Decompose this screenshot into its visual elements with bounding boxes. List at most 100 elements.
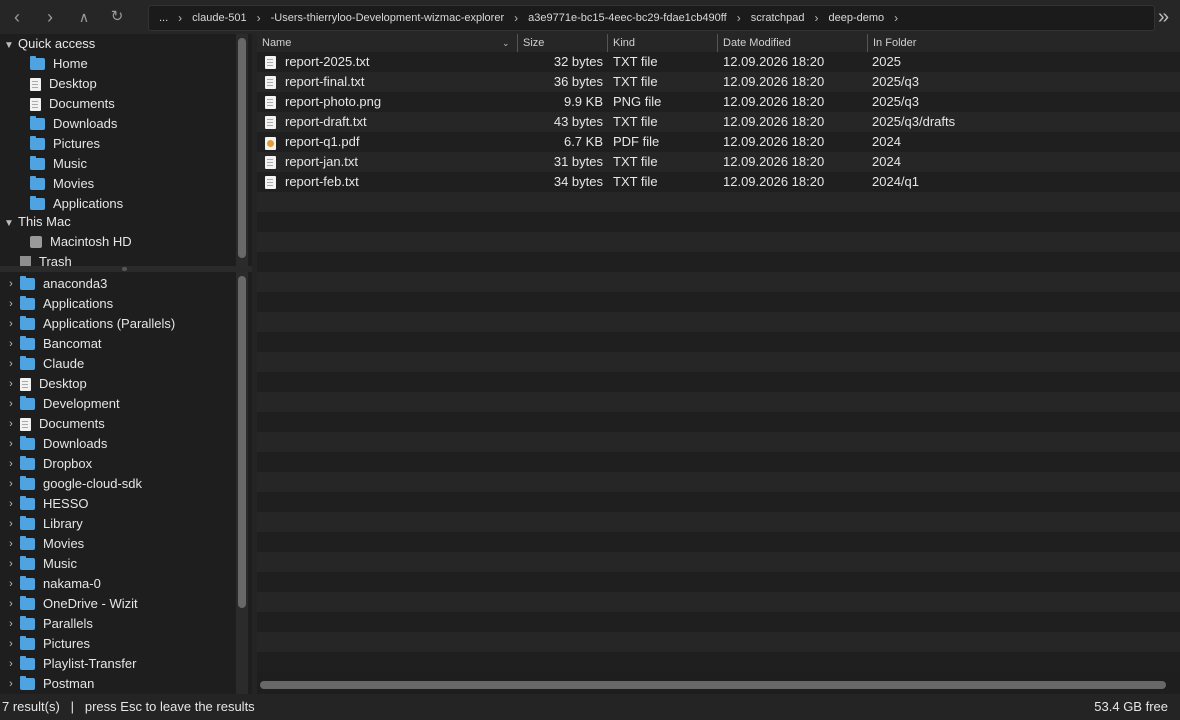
chevron-right-icon[interactable]: › bbox=[6, 654, 16, 674]
path-bar[interactable]: ... › claude-501 › -Users-thierryloo-Dev… bbox=[148, 5, 1155, 31]
up-button[interactable]: ∧ bbox=[74, 7, 94, 27]
tree-item[interactable]: › Desktop bbox=[0, 374, 252, 394]
tree-item[interactable]: › google-cloud-sdk bbox=[0, 474, 252, 494]
sidebar-item-movies[interactable]: Movies bbox=[0, 174, 252, 194]
tree-item[interactable]: › Postman bbox=[0, 674, 252, 694]
file-kind: TXT file bbox=[613, 114, 658, 129]
chevron-right-icon[interactable]: › bbox=[6, 554, 16, 574]
chevron-right-icon[interactable]: › bbox=[6, 334, 16, 354]
breadcrumb-item[interactable]: -Users-thierryloo-Development-wizmac-exp… bbox=[267, 12, 509, 24]
sidebar-item-macintosh-hd[interactable]: Macintosh HD bbox=[0, 232, 252, 252]
tree-item[interactable]: › Bancomat bbox=[0, 334, 252, 354]
tree-item[interactable]: › Playlist-Transfer bbox=[0, 654, 252, 674]
this-mac-header[interactable]: ▼ This Mac bbox=[0, 212, 252, 232]
double-chevron-right-icon[interactable]: » bbox=[1158, 6, 1178, 28]
table-row[interactable]: report-feb.txt 34 bytes TXT file 12.09.2… bbox=[257, 172, 1180, 192]
tree-item[interactable]: › Movies bbox=[0, 534, 252, 554]
tree-item[interactable]: › Music bbox=[0, 554, 252, 574]
folder-tree: › anaconda3 › Applications › Applications (… bbox=[0, 272, 252, 694]
chevron-right-icon[interactable]: › bbox=[6, 434, 16, 454]
column-header-date[interactable]: Date Modified bbox=[717, 34, 867, 52]
file-name: report-draft.txt bbox=[285, 114, 367, 129]
column-header-name[interactable]: Name bbox=[257, 34, 517, 52]
table-row[interactable]: report-draft.txt 43 bytes TXT file 12.09… bbox=[257, 112, 1180, 132]
chevron-right-icon[interactable]: › bbox=[6, 274, 16, 294]
grip-icon bbox=[122, 267, 127, 271]
tree-item[interactable]: › anaconda3 bbox=[0, 274, 252, 294]
chevron-right-icon[interactable]: › bbox=[6, 414, 16, 434]
tree-item[interactable]: › OneDrive - Wizit bbox=[0, 594, 252, 614]
chevron-right-icon[interactable]: › bbox=[6, 634, 16, 654]
back-button[interactable]: ‹ bbox=[7, 7, 27, 27]
tree-item[interactable]: › Applications bbox=[0, 294, 252, 314]
horizontal-scrollbar[interactable] bbox=[257, 676, 1180, 694]
tree-item[interactable]: › Documents bbox=[0, 414, 252, 434]
scrollbar-thumb[interactable] bbox=[260, 681, 1166, 689]
chevron-right-icon[interactable]: › bbox=[6, 534, 16, 554]
sort-descending-icon[interactable]: ⌄ bbox=[502, 34, 510, 52]
chevron-right-icon[interactable]: › bbox=[6, 494, 16, 514]
tree-item[interactable]: › Library bbox=[0, 514, 252, 534]
sidebar-item-downloads[interactable]: Downloads bbox=[0, 114, 252, 134]
chevron-right-icon[interactable]: › bbox=[6, 314, 16, 334]
file-folder: 2025/q3/drafts bbox=[872, 114, 956, 129]
table-row[interactable]: report-q1.pdf 6.7 KB PDF file 12.09.2026… bbox=[257, 132, 1180, 152]
tree-item[interactable]: › Parallels bbox=[0, 614, 252, 634]
chevron-right-icon[interactable]: › bbox=[6, 514, 16, 534]
tree-item[interactable]: › HESSO bbox=[0, 494, 252, 514]
chevron-right-icon[interactable]: › bbox=[6, 394, 16, 414]
table-row[interactable]: report-jan.txt 31 bytes TXT file 12.09.2… bbox=[257, 152, 1180, 172]
table-row[interactable]: report-photo.png 9.9 KB PNG file 12.09.2… bbox=[257, 92, 1180, 112]
chevron-right-icon[interactable]: › bbox=[6, 614, 16, 634]
chevron-right-icon[interactable]: › bbox=[6, 474, 16, 494]
tree-item[interactable]: › Applications (Parallels) bbox=[0, 314, 252, 334]
breadcrumb-item[interactable]: scratchpad bbox=[747, 12, 809, 24]
trash-icon bbox=[20, 256, 31, 266]
empty-row bbox=[257, 292, 1180, 312]
sidebar-item-music[interactable]: Music bbox=[0, 154, 252, 174]
folder-icon bbox=[30, 176, 45, 190]
tree-item[interactable]: › Development bbox=[0, 394, 252, 414]
tree-scrollbar[interactable] bbox=[236, 272, 248, 694]
sidebar-item-desktop[interactable]: Desktop bbox=[0, 74, 252, 94]
disclosure-open-icon[interactable]: ▼ bbox=[4, 214, 18, 234]
scrollbar-thumb[interactable] bbox=[238, 38, 246, 258]
chevron-right-icon[interactable]: › bbox=[6, 294, 16, 314]
table-row[interactable]: report-final.txt 36 bytes TXT file 12.09… bbox=[257, 72, 1180, 92]
empty-row bbox=[257, 212, 1180, 232]
tree-item[interactable]: › Claude bbox=[0, 354, 252, 374]
sidebar-item-trash[interactable]: Trash bbox=[0, 252, 252, 266]
tree-item[interactable]: › Pictures bbox=[0, 634, 252, 654]
breadcrumb-item[interactable]: claude-501 bbox=[188, 12, 250, 24]
sidebar-scrollbar[interactable] bbox=[236, 34, 248, 266]
breadcrumb-item[interactable]: deep-demo bbox=[825, 12, 889, 24]
tree-item-label: Downloads bbox=[43, 436, 108, 451]
chevron-right-icon[interactable]: › bbox=[6, 454, 16, 474]
sidebar-item-documents[interactable]: Documents bbox=[0, 94, 252, 114]
scrollbar-thumb[interactable] bbox=[238, 276, 246, 608]
breadcrumb-separator-icon: › bbox=[814, 11, 819, 25]
chevron-right-icon[interactable]: › bbox=[6, 374, 16, 394]
column-header-folder[interactable]: In Folder bbox=[867, 34, 1180, 52]
folder-icon bbox=[20, 616, 35, 630]
chevron-right-icon[interactable]: › bbox=[6, 594, 16, 614]
chevron-right-icon[interactable]: › bbox=[6, 574, 16, 594]
quick-access-header[interactable]: ▼ Quick access bbox=[0, 34, 252, 54]
section-label: This Mac bbox=[18, 214, 71, 229]
tree-item[interactable]: › nakama-0 bbox=[0, 574, 252, 594]
reload-button[interactable]: ↻ bbox=[107, 7, 127, 27]
column-header-kind[interactable]: Kind bbox=[607, 34, 717, 52]
disclosure-open-icon[interactable]: ▼ bbox=[4, 36, 18, 56]
table-row[interactable]: report-2025.txt 32 bytes TXT file 12.09.… bbox=[257, 52, 1180, 72]
chevron-right-icon[interactable]: › bbox=[6, 354, 16, 374]
breadcrumb-item[interactable]: ... bbox=[149, 12, 172, 24]
breadcrumb-item[interactable]: a3e9771e-bc15-4eec-bc29-fdae1cb490ff bbox=[524, 12, 731, 24]
chevron-right-icon[interactable]: › bbox=[6, 674, 16, 694]
sidebar-item-applications[interactable]: Applications bbox=[0, 194, 252, 214]
tree-item[interactable]: › Dropbox bbox=[0, 454, 252, 474]
column-header-size[interactable]: Size bbox=[517, 34, 607, 52]
sidebar-item-pictures[interactable]: Pictures bbox=[0, 134, 252, 154]
sidebar-item-home[interactable]: Home bbox=[0, 54, 252, 74]
forward-button[interactable]: › bbox=[40, 7, 60, 27]
tree-item[interactable]: › Downloads bbox=[0, 434, 252, 454]
